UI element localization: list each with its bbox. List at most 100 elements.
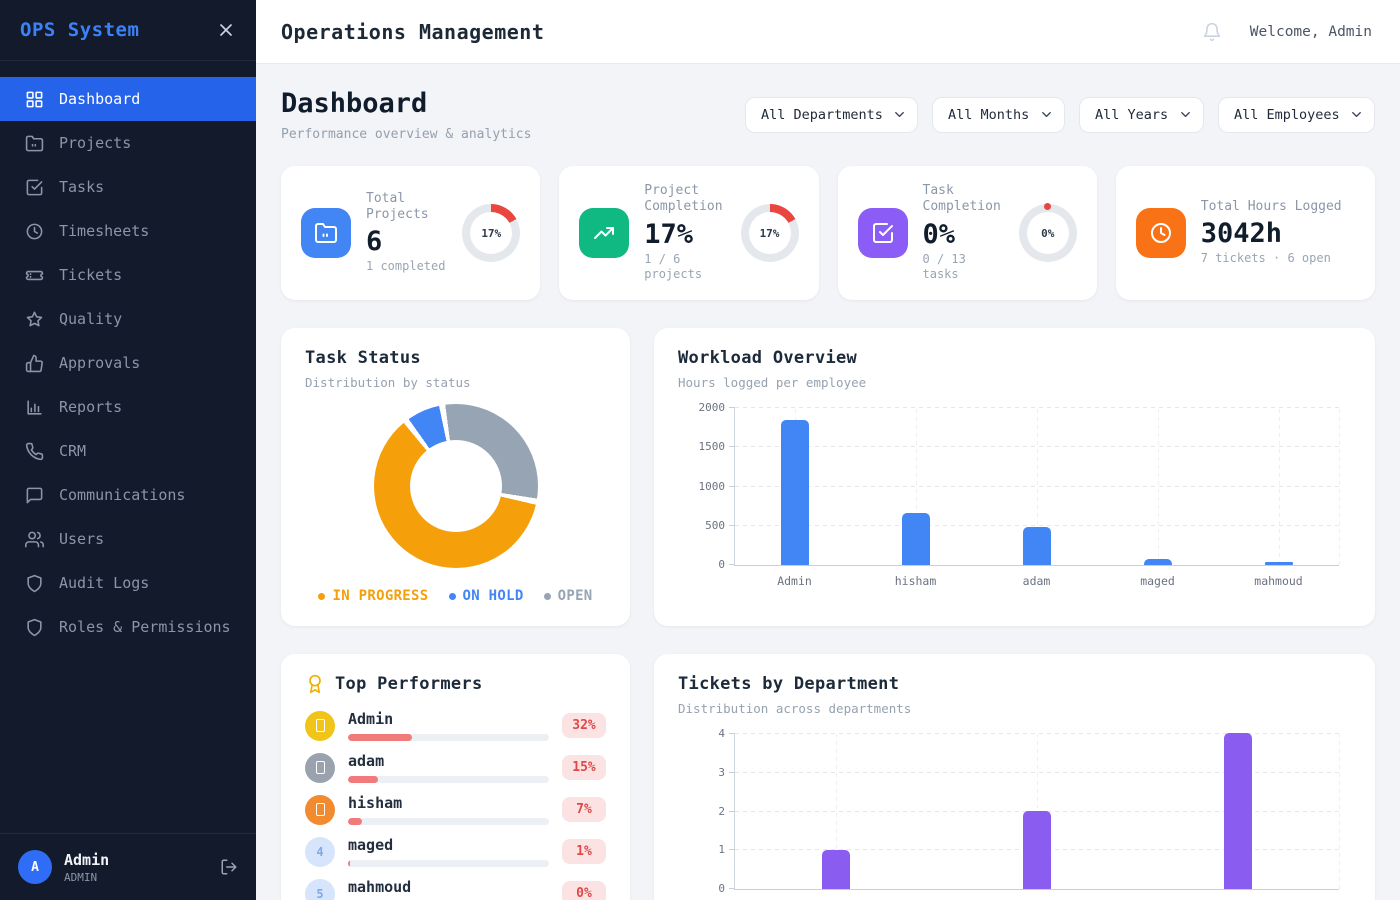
performer-progress-track [348,860,549,867]
task-status-subtitle: Distribution by status [305,375,606,390]
message-icon [24,486,44,505]
folder-icon [301,208,351,258]
sidebar-nav: DashboardProjectsTasksTimesheetsTicketsQ… [0,77,256,833]
stat-sub: 0 / 13 tasks [923,252,1004,283]
stat-sub: 7 tickets · 6 open [1201,251,1355,267]
y-axis-label: 500 [683,519,725,532]
performer-progress-fill [348,776,378,783]
x-axis-label: Admin [734,574,855,588]
sidebar-item-quality[interactable]: Quality [0,297,256,341]
sidebar-item-tickets[interactable]: Tickets [0,253,256,297]
bar-chart-icon [24,398,44,417]
legend-label: ON HOLD [463,588,524,604]
x-axis-label: maged [1097,574,1218,588]
filter-select[interactable]: All Employees [1218,97,1375,133]
sidebar-header: OPS System [0,0,256,61]
medal-badge: 4 [305,837,335,867]
performer-row-hisham: hisham7% [305,794,606,825]
stat-gauge: 17% [462,204,520,262]
chart-plot-area: 01234 [734,734,1339,890]
stat-label: Task Completion [923,183,1004,216]
filter-all-departments: All Departments [745,97,918,133]
avatar: A [18,850,52,884]
sidebar-item-audit-logs[interactable]: Audit Logs [0,561,256,605]
performer-name: mahmoud [348,878,549,896]
phone-icon [24,442,44,461]
stat-card-project-completion: Project Completion17%1 / 6 projects17% [559,166,818,300]
y-axis-label: 2 [683,805,725,818]
stat-value: 3042h [1201,218,1355,249]
close-icon[interactable] [216,20,236,40]
performer-pct-badge: 1% [562,839,606,864]
medal-glyph [316,761,325,774]
bar-category-2 [1023,811,1051,889]
x-axis-labels: Adminhishamadammagedmahmoud [734,574,1339,588]
filter-select[interactable]: All Months [932,97,1065,133]
bar-adam [1023,527,1051,565]
workload-bar-chart: 0500100015002000Adminhishamadammagedmahm… [734,408,1339,588]
performer-pct-badge: 0% [562,881,606,900]
bell-icon[interactable] [1202,22,1222,42]
medal-glyph [316,719,325,732]
medal-glyph [316,803,325,816]
performer-pct-badge: 15% [562,755,606,780]
sidebar-item-approvals[interactable]: Approvals [0,341,256,385]
axis-tick [729,772,735,773]
bar-Admin [781,420,809,565]
sidebar-item-label: Roles & Permissions [59,618,231,636]
content-area: Operations Management Welcome, Admin Das… [256,0,1400,900]
sidebar-item-label: CRM [59,442,86,460]
y-axis-label: 1500 [683,440,725,453]
gauge-value: 17% [470,212,512,254]
filter-all-months: All Months [932,97,1065,133]
bar-hisham [902,513,930,565]
performer-pct-badge: 7% [562,797,606,822]
sidebar-item-users[interactable]: Users [0,517,256,561]
filter-select[interactable]: All Years [1079,97,1204,133]
task-status-card: Task Status Distribution by status IN PR… [281,328,630,626]
medal-badge [305,753,335,783]
stat-card-task-completion: Task Completion0%0 / 13 tasks0% [838,166,1097,300]
sidebar-item-crm[interactable]: CRM [0,429,256,473]
award-icon [305,674,325,694]
sidebar-item-projects[interactable]: Projects [0,121,256,165]
x-axis-label: hisham [855,574,976,588]
gauge-value: 17% [749,212,791,254]
legend-item-in-progress: IN PROGRESS [318,588,428,604]
gridline [1158,408,1159,565]
ticket-icon [24,266,44,285]
axis-tick [729,446,735,447]
stat-value: 0% [923,219,1004,250]
stat-label: Total Projects [366,191,447,224]
sidebar-item-tasks[interactable]: Tasks [0,165,256,209]
sidebar-item-timesheets[interactable]: Timesheets [0,209,256,253]
thumbs-up-icon [24,354,44,373]
sidebar-user-box: A Admin ADMIN [0,833,256,900]
axis-tick [729,888,735,889]
user-name: Admin [64,851,208,869]
sidebar-item-roles-permissions[interactable]: Roles & Permissions [0,605,256,649]
clock-icon [24,222,44,241]
trend-up-icon [579,208,629,258]
y-axis-label: 1000 [683,480,725,493]
sidebar: OPS System DashboardProjectsTasksTimeshe… [0,0,256,900]
sidebar-item-label: Reports [59,398,122,416]
tickets-bar-chart: 01234 [734,734,1339,898]
sidebar-item-reports[interactable]: Reports [0,385,256,429]
stat-value: 17% [644,219,725,250]
sidebar-item-label: Communications [59,486,185,504]
filter-select[interactable]: All Departments [745,97,918,133]
shield-icon [24,574,44,593]
welcome-text: Welcome, Admin [1250,24,1372,40]
topbar: Operations Management Welcome, Admin [256,0,1400,64]
logout-icon[interactable] [220,858,238,876]
y-axis-label: 0 [683,558,725,571]
performer-pct-badge: 32% [562,713,606,738]
legend-item-open: OPEN [544,588,593,604]
performer-progress-track [348,818,549,825]
sidebar-item-communications[interactable]: Communications [0,473,256,517]
check-square-icon [24,178,44,197]
folder-icon [24,134,44,153]
legend-label: IN PROGRESS [332,588,428,604]
sidebar-item-dashboard[interactable]: Dashboard [0,77,256,121]
